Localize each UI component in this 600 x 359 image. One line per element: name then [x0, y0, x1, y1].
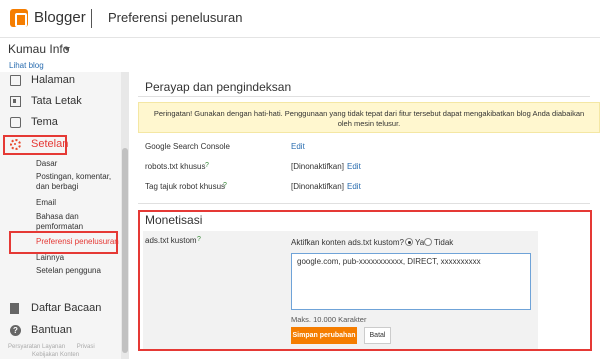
- sidebar-subitem-basic[interactable]: Dasar: [36, 159, 57, 169]
- view-blog-link[interactable]: Lihat blog: [9, 61, 44, 70]
- edit-search-console-link[interactable]: Edit: [291, 142, 305, 151]
- sidebar-item-theme[interactable]: Tema: [0, 114, 120, 134]
- radio-no-label[interactable]: Tidak: [434, 238, 453, 247]
- sidebar-subitem-other[interactable]: Lainnya: [36, 253, 64, 263]
- theme-icon: [10, 117, 21, 128]
- sidebar-item-reading-list[interactable]: Daftar Bacaan: [0, 300, 120, 320]
- sidebar-scrollbar-thumb[interactable]: [122, 148, 128, 353]
- privacy-link[interactable]: Privasi: [77, 344, 95, 350]
- sidebar-subitem-user-settings[interactable]: Setelan pengguna: [36, 266, 101, 276]
- edit-robot-header-tags-link[interactable]: Edit: [347, 182, 361, 191]
- sidebar-footer: Persyaratan Layanan Privasi Kebijakan Ko…: [8, 343, 118, 359]
- content-policy-link[interactable]: Kebijakan Konten: [32, 352, 79, 358]
- sidebar-item-label: Daftar Bacaan: [31, 302, 102, 314]
- blog-selector-bar: [0, 38, 600, 72]
- ads-txt-question: Aktifkan konten ads.txt kustom?: [291, 238, 404, 247]
- top-bar: [0, 0, 600, 38]
- row-label-robot-header-tags: Tag tajuk robot khusus: [145, 182, 226, 191]
- radio-no[interactable]: [424, 238, 432, 246]
- warning-banner: Peringatan! Gunakan dengan hati-hati. Pe…: [138, 102, 600, 133]
- sidebar-item-label: Tema: [31, 116, 58, 128]
- settings-highlight: [3, 135, 67, 155]
- sidebar-subitem-email[interactable]: Email: [36, 198, 56, 208]
- section-divider: [138, 96, 590, 97]
- sidebar-item-label: Tata Letak: [31, 95, 82, 107]
- robots-txt-status: [Dinonaktifkan]: [291, 162, 344, 171]
- terms-link[interactable]: Persyaratan Layanan: [8, 344, 65, 350]
- pages-icon: [10, 75, 21, 86]
- brand-name[interactable]: Blogger: [34, 9, 86, 26]
- save-button[interactable]: Simpan perubahan: [291, 327, 357, 344]
- radio-yes[interactable]: [405, 238, 413, 246]
- cancel-button[interactable]: Batal: [364, 327, 391, 344]
- help-icon[interactable]: ?: [197, 236, 201, 243]
- sidebar-item-layout[interactable]: Tata Letak: [0, 93, 120, 113]
- sidebar-item-pages[interactable]: Halaman: [0, 72, 120, 92]
- sidebar-subitem-language[interactable]: Bahasa dan pemformatan: [36, 212, 104, 232]
- ads-txt-textarea[interactable]: google.com, pub-xxxxxxxxxxx, DIRECT, xxx…: [291, 253, 531, 310]
- robot-header-tags-status: [Dinonaktifkan]: [291, 182, 344, 191]
- chevron-down-icon[interactable]: [64, 47, 70, 51]
- layout-icon: [10, 96, 21, 107]
- search-prefs-highlight: [9, 231, 118, 254]
- blog-selector[interactable]: Kumau Info: [8, 42, 69, 56]
- help-icon[interactable]: ?: [205, 162, 209, 169]
- sidebar-item-label: Halaman: [31, 74, 76, 86]
- section-divider: [138, 203, 590, 204]
- page-title: Preferensi penelusuran: [108, 10, 243, 25]
- row-label-search-console: Google Search Console: [145, 142, 230, 151]
- sidebar-subitem-posts[interactable]: Postingan, komentar, dan berbagi: [36, 172, 114, 192]
- section-title-crawlers: Perayap dan pengindeksan: [145, 80, 292, 94]
- header-divider: [91, 9, 92, 28]
- row-label-ads-txt: ads.txt kustom: [145, 236, 197, 245]
- blogger-logo-icon[interactable]: [10, 9, 28, 27]
- help-icon: ?: [10, 325, 21, 336]
- help-icon[interactable]: ?: [223, 182, 227, 189]
- radio-yes-label[interactable]: Ya: [415, 238, 424, 247]
- section-title-monetization: Monetisasi: [145, 213, 203, 227]
- sidebar-item-help[interactable]: ? Bantuan: [0, 322, 120, 342]
- edit-robots-txt-link[interactable]: Edit: [347, 162, 361, 171]
- max-chars-hint: Maks. 10.000 Karakter: [291, 315, 367, 324]
- sidebar-item-label: Bantuan: [31, 324, 72, 336]
- bookmark-icon: [10, 303, 19, 314]
- row-label-robots-txt: robots.txt khusus: [145, 162, 206, 171]
